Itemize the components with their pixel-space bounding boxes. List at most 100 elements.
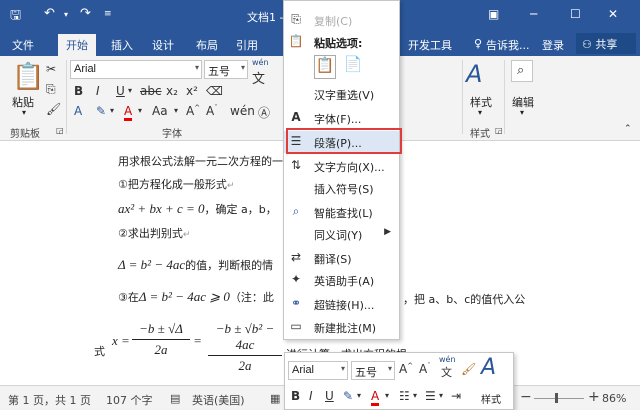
- mini-indent-icon[interactable]: ⇥: [451, 389, 461, 403]
- tab-layout[interactable]: 布局: [196, 37, 218, 53]
- format-painter-icon[interactable]: 🖌: [46, 102, 61, 116]
- macro-icon[interactable]: ▦: [270, 392, 280, 405]
- mini-grow-font-icon[interactable]: A^: [399, 362, 413, 376]
- share-button[interactable]: ⚇ 共享: [576, 33, 636, 54]
- styles-launcher-icon[interactable]: ◲: [495, 126, 503, 135]
- menu-synonyms[interactable]: 同义词(Y) ▶: [284, 223, 399, 245]
- undo-dropdown-icon[interactable]: ▾: [64, 10, 68, 19]
- tab-home[interactable]: 开始: [58, 34, 96, 56]
- menu-translate[interactable]: ⇄ 翻译(S): [284, 247, 399, 269]
- tab-insert[interactable]: 插入: [111, 37, 133, 53]
- styles-icon[interactable]: A: [466, 60, 482, 88]
- zoom-in-icon[interactable]: +: [588, 389, 600, 405]
- font-color-icon[interactable]: A: [124, 104, 133, 121]
- undo-icon[interactable]: ↶: [44, 6, 55, 21]
- zoom-level[interactable]: 86%: [602, 392, 626, 405]
- mini-bold-icon[interactable]: B: [291, 389, 300, 403]
- tab-references[interactable]: 引用: [236, 37, 258, 53]
- mini-font-color-dropdown-icon[interactable]: ▾: [385, 391, 389, 400]
- copy-icon[interactable]: ⎘: [46, 82, 56, 97]
- mini-italic-icon[interactable]: I: [309, 389, 313, 403]
- maximize-icon[interactable]: ☐: [570, 7, 581, 21]
- mini-shrink-font-icon[interactable]: Aˇ: [419, 362, 431, 376]
- menu-new-comment[interactable]: ▭ 新建批注(M): [284, 316, 399, 338]
- clear-format-icon[interactable]: ⌫: [206, 84, 223, 98]
- paste-text-only-icon[interactable]: 📄: [342, 55, 364, 79]
- styles-group-label: 样式: [470, 129, 490, 140]
- redo-icon[interactable]: ↷: [80, 6, 91, 21]
- minimize-icon[interactable]: ─: [530, 7, 537, 21]
- zoom-out-icon[interactable]: −: [520, 389, 532, 405]
- save-icon[interactable]: 🖫: [10, 6, 21, 28]
- close-icon[interactable]: ✕: [608, 7, 618, 21]
- tab-developer[interactable]: 开发工具: [408, 37, 452, 53]
- zoom-slider-thumb[interactable]: [555, 393, 558, 403]
- mini-highlight-icon[interactable]: ✎: [343, 389, 353, 403]
- underline-icon[interactable]: U: [116, 84, 125, 98]
- underline-dropdown-icon[interactable]: ▾: [128, 86, 132, 95]
- clipboard-launcher-icon[interactable]: ◲: [56, 126, 64, 135]
- page-count[interactable]: 第 1 页，共 1 页: [8, 392, 91, 408]
- mini-font-color-icon[interactable]: A: [371, 389, 380, 406]
- menu-hyperlink[interactable]: ⚭ 超链接(H)...: [284, 293, 399, 315]
- enclosed-char-icon[interactable]: Ⓐ: [258, 104, 270, 121]
- menu-insert-symbol[interactable]: 插入符号(S): [284, 177, 399, 199]
- strikethrough-icon[interactable]: abc: [140, 84, 162, 98]
- menu-text-direction[interactable]: ⇅ 文字方向(X)...: [284, 155, 399, 177]
- login-link[interactable]: 登录: [542, 37, 564, 53]
- language-indicator[interactable]: 英语(美国): [192, 392, 245, 408]
- word-count[interactable]: 107 个字: [106, 392, 153, 408]
- edit-dropdown-icon[interactable]: ▾: [520, 108, 524, 117]
- proofing-icon[interactable]: ▤: [170, 392, 180, 405]
- smart-lookup-icon: ⌕: [292, 204, 300, 218]
- mini-bullets-icon[interactable]: ☷: [399, 389, 410, 403]
- font-name-select[interactable]: Arial ▾: [70, 60, 202, 79]
- collapse-ribbon-icon[interactable]: ⌃: [624, 124, 632, 134]
- mini-phonetic-icon[interactable]: wén: [439, 355, 456, 364]
- menu-font[interactable]: A 字体(F)...: [284, 107, 399, 129]
- mini-font-size-select[interactable]: 五号 ▾: [351, 361, 395, 380]
- paste-icon[interactable]: 📋: [12, 62, 44, 92]
- search-icon[interactable]: ⌕: [511, 60, 533, 82]
- bold-icon[interactable]: B: [74, 84, 83, 98]
- change-case-icon[interactable]: Aa: [152, 104, 168, 118]
- superscript-icon[interactable]: x²: [186, 84, 198, 98]
- tab-file[interactable]: 文件: [12, 37, 34, 53]
- paste-dropdown-icon[interactable]: ▾: [22, 108, 26, 117]
- font-size-select[interactable]: 五号 ▾: [204, 60, 248, 79]
- phonetic-guide-icon[interactable]: wén: [252, 58, 269, 67]
- doc-line: ②求出判别式↵: [118, 227, 191, 240]
- highlight-color-icon[interactable]: ✎: [96, 104, 106, 118]
- menu-english-assistant[interactable]: ✦ 英语助手(A): [284, 269, 399, 291]
- mini-styles-icon[interactable]: A: [481, 355, 496, 380]
- change-case-dropdown-icon[interactable]: ▾: [174, 106, 178, 115]
- mini-numbering-icon[interactable]: ☰: [425, 389, 436, 403]
- zoom-slider[interactable]: [534, 398, 584, 399]
- mini-font-name-select[interactable]: Arial ▾: [288, 361, 348, 380]
- shrink-font-icon[interactable]: Aˇ: [206, 104, 218, 118]
- mini-bullets-dropdown-icon[interactable]: ▾: [413, 391, 417, 400]
- text-effects-icon[interactable]: A: [74, 104, 82, 118]
- highlight-dropdown-icon[interactable]: ▾: [110, 106, 114, 115]
- tell-me-box[interactable]: 告诉我...: [486, 37, 530, 53]
- styles-dropdown-icon[interactable]: ▾: [478, 108, 482, 117]
- paste-keep-format-icon[interactable]: 📋: [314, 55, 336, 79]
- italic-icon[interactable]: I: [96, 84, 100, 98]
- font-color-dropdown-icon[interactable]: ▾: [138, 106, 142, 115]
- phonetic-icon[interactable]: wén: [230, 104, 255, 118]
- mini-highlight-dropdown-icon[interactable]: ▾: [357, 391, 361, 400]
- menu-smart-lookup[interactable]: ⌕ 智能查找(L): [284, 201, 399, 223]
- ribbon-display-icon[interactable]: ▣: [488, 7, 499, 21]
- tab-design[interactable]: 设计: [152, 37, 174, 53]
- mini-format-painter-icon[interactable]: 🖌: [461, 362, 476, 376]
- mini-styles-button[interactable]: 样式: [481, 391, 501, 406]
- menu-copy[interactable]: ⎘ 复制(C): [284, 9, 399, 31]
- menu-hanzi-reselect[interactable]: 汉字重选(V): [284, 83, 399, 105]
- mini-numbering-dropdown-icon[interactable]: ▾: [439, 391, 443, 400]
- cut-icon[interactable]: ✂: [46, 62, 56, 76]
- mini-underline-icon[interactable]: U: [325, 389, 334, 403]
- grow-font-icon[interactable]: A^: [186, 104, 200, 118]
- mini-phonetic-char: 文: [441, 366, 452, 379]
- customize-qat-icon[interactable]: ≡: [104, 9, 112, 19]
- subscript-icon[interactable]: x₂: [166, 84, 178, 98]
